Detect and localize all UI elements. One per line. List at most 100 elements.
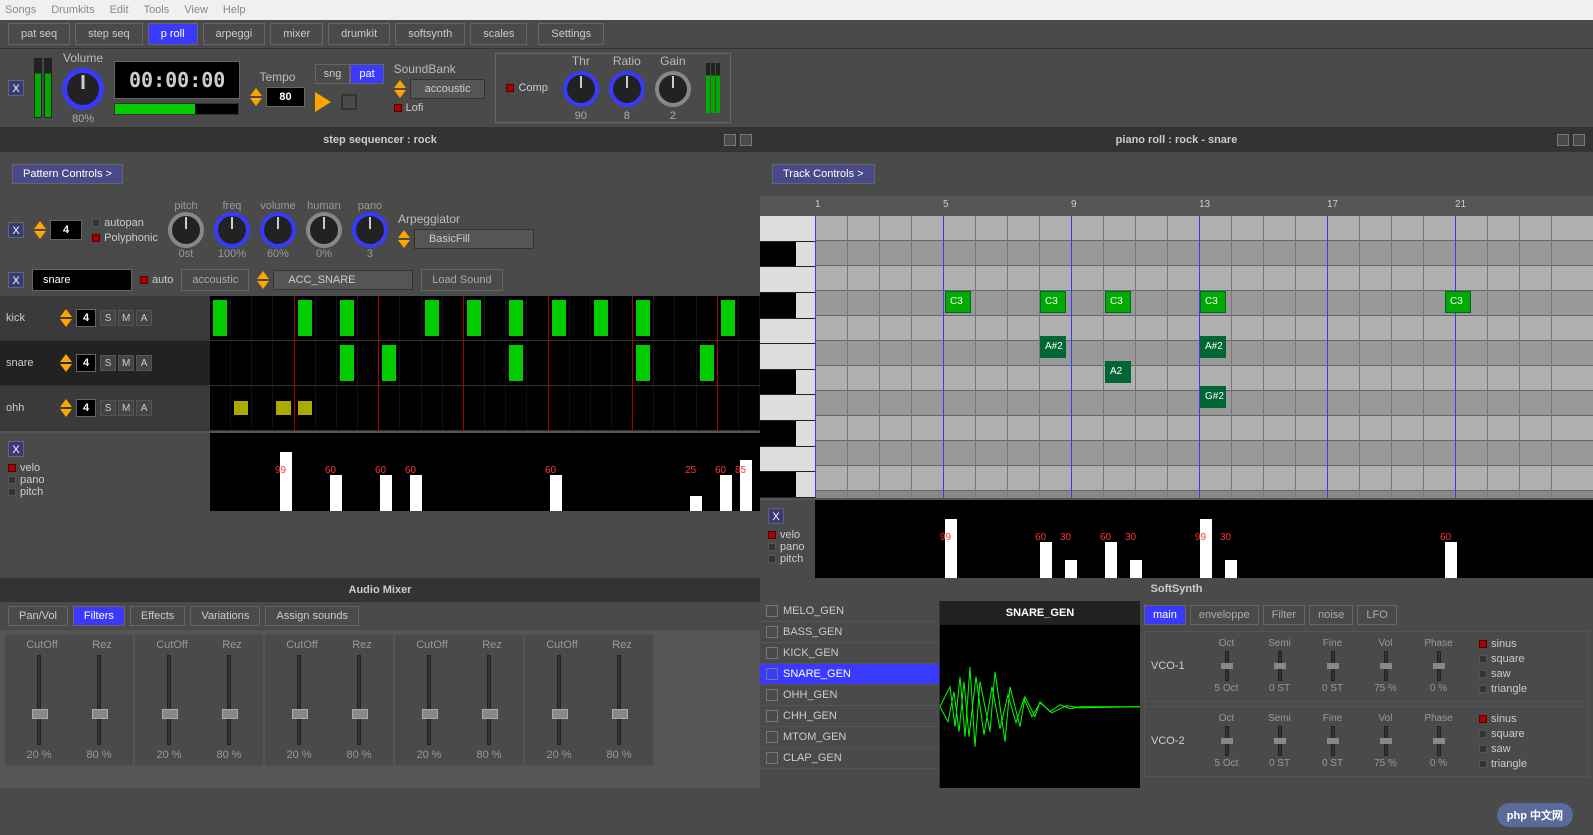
step-cell[interactable] [273, 341, 294, 385]
mute-btn[interactable]: M [118, 310, 134, 326]
cutoff-fader[interactable] [297, 655, 301, 745]
step-note[interactable] [636, 345, 650, 381]
piano-key[interactable] [760, 344, 815, 370]
synth-gen-kick_gen[interactable]: KICK_GEN [760, 643, 939, 664]
vco-fader[interactable] [1278, 651, 1282, 681]
piano-key[interactable] [760, 293, 815, 319]
pr-velo-bar[interactable] [1445, 542, 1457, 578]
stepseq-max[interactable] [740, 134, 752, 146]
velo-bar[interactable] [280, 452, 292, 511]
step-cell[interactable] [379, 386, 400, 430]
piano-note[interactable]: A#2 [1200, 336, 1226, 358]
step-cell[interactable] [697, 386, 718, 430]
step-cell[interactable] [464, 386, 485, 430]
step-cell[interactable] [527, 386, 548, 430]
menu-tools[interactable]: Tools [144, 4, 170, 16]
piano-note[interactable]: C3 [1445, 291, 1471, 313]
gen-checkbox[interactable] [766, 626, 778, 638]
step-cell[interactable] [549, 386, 570, 430]
step-cell[interactable] [506, 386, 527, 430]
step-cell[interactable] [527, 341, 548, 385]
close-transport[interactable]: X [8, 80, 24, 96]
tab-scales[interactable]: scales [470, 23, 527, 45]
proll-max[interactable] [1573, 134, 1585, 146]
step-note[interactable] [298, 300, 312, 336]
step-cell[interactable] [273, 386, 294, 430]
step-cell[interactable] [549, 341, 570, 385]
step-note[interactable] [552, 300, 566, 336]
step-cell[interactable] [422, 386, 443, 430]
rez-fader[interactable] [617, 655, 621, 745]
step-cell[interactable] [549, 296, 570, 340]
sound-name-input[interactable] [32, 269, 132, 291]
piano-key[interactable] [760, 242, 815, 268]
stepseq-min[interactable] [724, 134, 736, 146]
rez-fader[interactable] [357, 655, 361, 745]
menu-songs[interactable]: Songs [5, 4, 36, 16]
gen-checkbox[interactable] [766, 605, 778, 617]
step-cell[interactable] [675, 296, 696, 340]
autopan-led[interactable] [92, 219, 100, 227]
step-cell[interactable] [422, 341, 443, 385]
step-cell[interactable] [316, 296, 337, 340]
track-spinner[interactable] [60, 399, 72, 417]
tempo-spinner[interactable] [250, 88, 262, 106]
piano-note[interactable]: A2 [1105, 361, 1131, 383]
mode-pat[interactable]: pat [350, 64, 383, 84]
velo-bar[interactable] [690, 496, 702, 511]
vco-fader[interactable] [1437, 726, 1441, 756]
piano-note[interactable]: C3 [1105, 291, 1131, 313]
pr-velo-bar[interactable] [1040, 542, 1052, 578]
step-note[interactable] [509, 300, 523, 336]
thr-knob[interactable] [563, 71, 599, 107]
rez-fader[interactable] [487, 655, 491, 745]
stop-button[interactable] [341, 94, 357, 110]
track-spinner[interactable] [60, 309, 72, 327]
step-cell[interactable] [612, 341, 633, 385]
pr-velo-bar[interactable] [1130, 560, 1142, 578]
synth-tab-filter[interactable]: Filter [1263, 605, 1305, 625]
track-head-snare[interactable]: snare 4 SMA [0, 341, 210, 385]
piano-key[interactable] [760, 472, 815, 498]
step-cell[interactable] [718, 386, 739, 430]
step-note[interactable] [298, 401, 312, 415]
step-note[interactable] [467, 300, 481, 336]
pitch-led[interactable] [8, 488, 16, 496]
velo-bar[interactable] [380, 475, 392, 511]
step-cell[interactable] [443, 386, 464, 430]
step-cell[interactable] [316, 341, 337, 385]
solo-btn[interactable]: S [100, 400, 116, 416]
vco-fader[interactable] [1225, 726, 1229, 756]
wave-sinus-led[interactable] [1479, 640, 1487, 648]
gen-checkbox[interactable] [766, 752, 778, 764]
synth-gen-clap_gen[interactable]: CLAP_GEN [760, 748, 939, 769]
step-note[interactable] [276, 401, 290, 415]
step-cell[interactable] [633, 296, 654, 340]
step-note[interactable] [234, 401, 248, 415]
velo-bar[interactable] [410, 475, 422, 511]
step-cell[interactable] [718, 341, 739, 385]
synth-gen-bass_gen[interactable]: BASS_GEN [760, 622, 939, 643]
progress-bar[interactable] [114, 103, 239, 115]
mute-btn[interactable]: M [118, 355, 134, 371]
tab-patseq[interactable]: pat seq [8, 23, 70, 45]
cutoff-fader[interactable] [167, 655, 171, 745]
seq-knob-3[interactable] [306, 212, 342, 248]
mixer-tab-variations[interactable]: Variations [190, 606, 260, 626]
synth-gen-ohh_gen[interactable]: OHH_GEN [760, 685, 939, 706]
gen-checkbox[interactable] [766, 647, 778, 659]
ratio-knob[interactable] [609, 71, 645, 107]
step-cell[interactable] [252, 386, 273, 430]
piano-key[interactable] [760, 447, 815, 473]
step-cell[interactable] [697, 341, 718, 385]
synth-gen-chh_gen[interactable]: CHH_GEN [760, 706, 939, 727]
sound-close[interactable]: X [8, 272, 24, 288]
solo-btn[interactable]: S [100, 355, 116, 371]
step-cell[interactable] [485, 386, 506, 430]
step-cell[interactable] [295, 341, 316, 385]
tab-settings[interactable]: Settings [538, 23, 604, 45]
piano-key[interactable] [760, 216, 815, 242]
track-spinner[interactable] [60, 354, 72, 372]
piano-key[interactable] [760, 319, 815, 345]
step-cell[interactable] [400, 341, 421, 385]
